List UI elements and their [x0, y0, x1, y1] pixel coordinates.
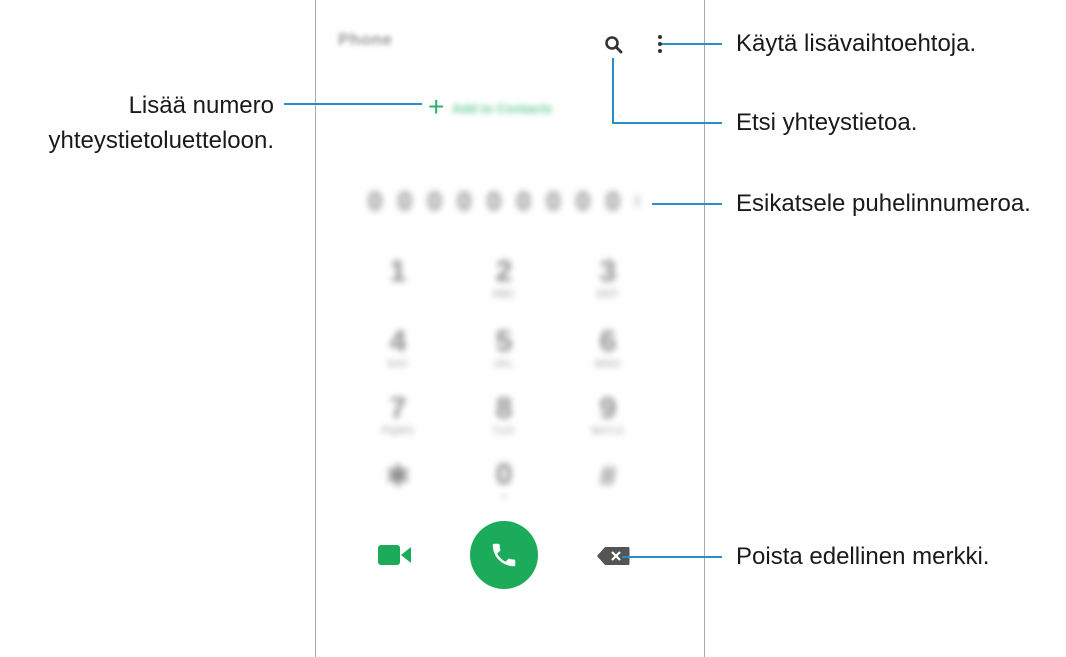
- key-letters: GHI: [387, 359, 409, 370]
- phone-screen: Phone + Add to Contacts 0 0 0 0 0 0 0 0 …: [315, 0, 705, 657]
- key-8[interactable]: 8 TUV: [474, 392, 534, 442]
- key-3[interactable]: 3 DEF: [578, 255, 638, 305]
- key-star[interactable]: ✱: [368, 460, 428, 510]
- callout-add-line1: Lisää numero: [128, 92, 274, 119]
- callout-preview: Esikatsele puhelinnumeroa.: [736, 190, 1031, 217]
- leader-line-add: [284, 103, 422, 105]
- video-call-icon[interactable]: [378, 544, 412, 566]
- callout-search: Etsi yhteystietoa.: [736, 109, 918, 136]
- leader-line-delete: [622, 556, 722, 558]
- key-digit: 8: [495, 392, 513, 425]
- key-letters: PQRS: [381, 426, 415, 437]
- plus-icon: +: [428, 91, 445, 122]
- key-digit: 5: [495, 325, 513, 358]
- key-7[interactable]: 7 PQRS: [368, 392, 428, 442]
- key-2[interactable]: 2 ABC: [474, 255, 534, 305]
- leader-line-preview: [652, 203, 722, 205]
- key-digit: #: [599, 460, 617, 493]
- key-0[interactable]: 0 +: [474, 458, 534, 508]
- call-button[interactable]: [470, 521, 538, 589]
- phone-icon: [492, 543, 516, 567]
- key-digit: 0: [495, 458, 513, 491]
- search-icon[interactable]: [604, 35, 624, 55]
- number-preview: 0 0 0 0 0 0 0 0 0 0 0: [368, 186, 638, 216]
- key-digit: 6: [599, 325, 617, 358]
- app-title: Phone: [338, 30, 393, 49]
- key-digit: 9: [599, 392, 617, 425]
- key-1[interactable]: 1: [368, 255, 428, 305]
- callout-more-options: Käytä lisävaihtoehtoja.: [736, 30, 977, 57]
- key-digit: 7: [389, 392, 407, 425]
- key-5[interactable]: 5 JKL: [474, 325, 534, 375]
- key-4[interactable]: 4 GHI: [368, 325, 428, 375]
- key-letters: +: [500, 492, 508, 503]
- key-letters: MNO: [594, 359, 622, 370]
- leader-line-search: [612, 58, 614, 123]
- callout-add-number: Lisää numero yhteystietoluetteloon.: [49, 88, 274, 158]
- callout-delete: Poista edellinen merkki.: [736, 543, 990, 570]
- key-6[interactable]: 6 MNO: [578, 325, 638, 375]
- add-to-contacts-button[interactable]: + Add to Contacts: [428, 91, 588, 123]
- key-9[interactable]: 9 WXYZ: [578, 392, 638, 442]
- leader-line-search-horizontal: [612, 122, 722, 124]
- callout-add-line2: yhteystietoluetteloon.: [48, 127, 274, 154]
- key-letters: JKL: [493, 359, 515, 370]
- key-digit: 3: [599, 255, 617, 288]
- add-to-contacts-label: Add to Contacts: [452, 101, 553, 116]
- key-letters: TUV: [492, 426, 516, 437]
- key-digit: 4: [389, 325, 407, 358]
- key-letters: WXYZ: [591, 426, 625, 437]
- leader-line-more: [662, 43, 722, 45]
- key-hash[interactable]: #: [578, 460, 638, 510]
- key-letters: DEF: [596, 289, 620, 300]
- key-digit: 1: [389, 255, 407, 288]
- key-digit: ✱: [385, 460, 411, 493]
- key-digit: 2: [495, 255, 513, 288]
- key-letters: ABC: [492, 289, 516, 300]
